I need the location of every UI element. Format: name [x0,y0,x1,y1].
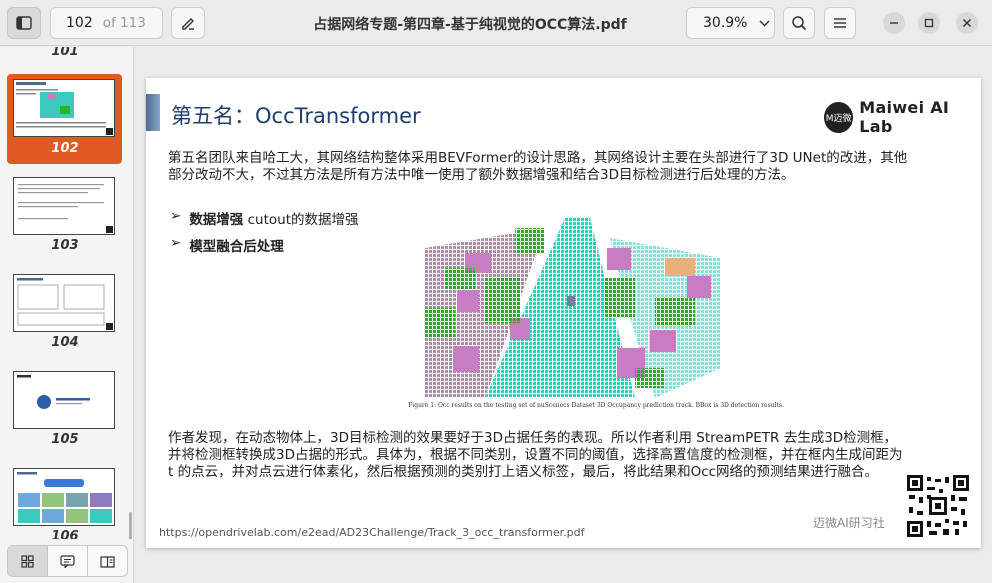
outline-view-button[interactable] [88,546,127,576]
thumbnail-label-101[interactable]: 101 [4,47,126,59]
close-button[interactable] [956,12,978,34]
thumbnail-label-102[interactable]: 102 [4,141,126,156]
bullet-bold: 数据增强 [189,212,244,228]
pdf-page: 第五名：OccTransformer M迈微 Maiwei AI Lab 第五名… [146,78,981,548]
grid-view-icon [21,554,34,568]
maximize-button[interactable] [918,12,940,34]
bullet-text: cutout的数据增强 [243,212,359,228]
thumbnail-103[interactable] [13,177,115,235]
footer-lab-name: 迈微AI研习社 [813,516,885,530]
thumbnail-102[interactable] [13,79,115,137]
page-number-field[interactable]: 102 of 113 [50,7,163,39]
close-icon [963,19,971,27]
sidebar-toggle-button[interactable] [7,7,41,39]
slide-title: 第五名：OccTransformer [171,104,421,128]
chevron-down-icon [759,20,770,26]
sidebar-view-switcher [0,539,133,583]
thumbnail-103-preview [18,184,113,233]
thumbnail-106-preview [17,472,112,523]
thumbnail-106[interactable] [13,468,115,526]
intro-paragraph: 第五名团队来自哈工大，其网络结构整体采用BEVFormer的设计思路，其网络设计… [168,150,908,183]
occupancy-scene-image [425,218,721,398]
lab-name: Maiwei AI Lab [859,98,950,136]
source-url: https://opendrivelab.com/e2ead/AD23Chall… [159,526,585,539]
outline-view-icon [100,555,115,568]
thumbnail-104-preview [17,278,113,330]
lab-logo: M迈微 Maiwei AI Lab [824,98,981,136]
occupancy-figure [425,218,721,398]
current-page-input[interactable]: 102 [66,15,93,31]
annotate-button[interactable] [171,7,205,39]
hamburger-menu-icon [834,18,846,28]
main-menu-button[interactable] [824,7,856,39]
maximize-icon [924,18,934,28]
search-button[interactable] [783,7,815,39]
figure-caption: Figure 1: Occ results on the testing set… [408,402,784,409]
sidebar-toggle-icon [16,16,32,30]
qr-code [907,475,969,537]
annotation-view-icon [60,554,75,568]
body-paragraph: 作者发现，在动态物体上，3D目标检测的效果要好于3D占据任务的表现。所以作者利用… [168,430,903,480]
bullet-bold: 模型融合后处理 [189,239,284,255]
thumbnail-102-preview [16,82,113,135]
zoom-value: 30.9% [703,15,748,31]
bullet-item: ➢ 模型融合后处理 [170,235,284,255]
thumbnail-105-preview [17,375,90,409]
arrow-bullet-icon: ➢ [170,208,182,224]
lab-logo-icon: M迈微 [824,101,854,133]
thumbnail-105[interactable] [13,371,115,429]
thumbnail-104[interactable] [13,274,115,332]
bullet-item: ➢ 数据增强 cutout的数据增强 [170,208,358,228]
arrow-bullet-icon: ➢ [170,235,182,251]
qr-code-icon [907,475,969,537]
thumbnail-label-104[interactable]: 104 [4,335,126,350]
annotation-view-button[interactable] [48,546,88,576]
header-bar: 102 of 113 占据网络专题-第四章-基于纯视觉的OCC算法.pdf 30… [0,0,992,46]
pen-icon [182,18,194,30]
total-pages-label: of 113 [102,15,146,31]
minimize-icon [890,22,898,24]
thumbnail-label-105[interactable]: 105 [4,432,126,447]
thumbnail-label-103[interactable]: 103 [4,238,126,253]
thumbnail-sidebar: 101 102 103 104 105 106 [0,47,134,583]
document-title: 占据网络专题-第四章-基于纯视觉的OCC算法.pdf [313,17,627,33]
search-icon [792,16,807,31]
title-accent-bar [146,94,160,131]
zoom-select[interactable]: 30.9% [686,7,775,39]
grid-view-button[interactable] [8,546,48,576]
document-viewer[interactable]: 第五名：OccTransformer M迈微 Maiwei AI Lab 第五名… [135,47,992,583]
minimize-button[interactable] [883,12,905,34]
